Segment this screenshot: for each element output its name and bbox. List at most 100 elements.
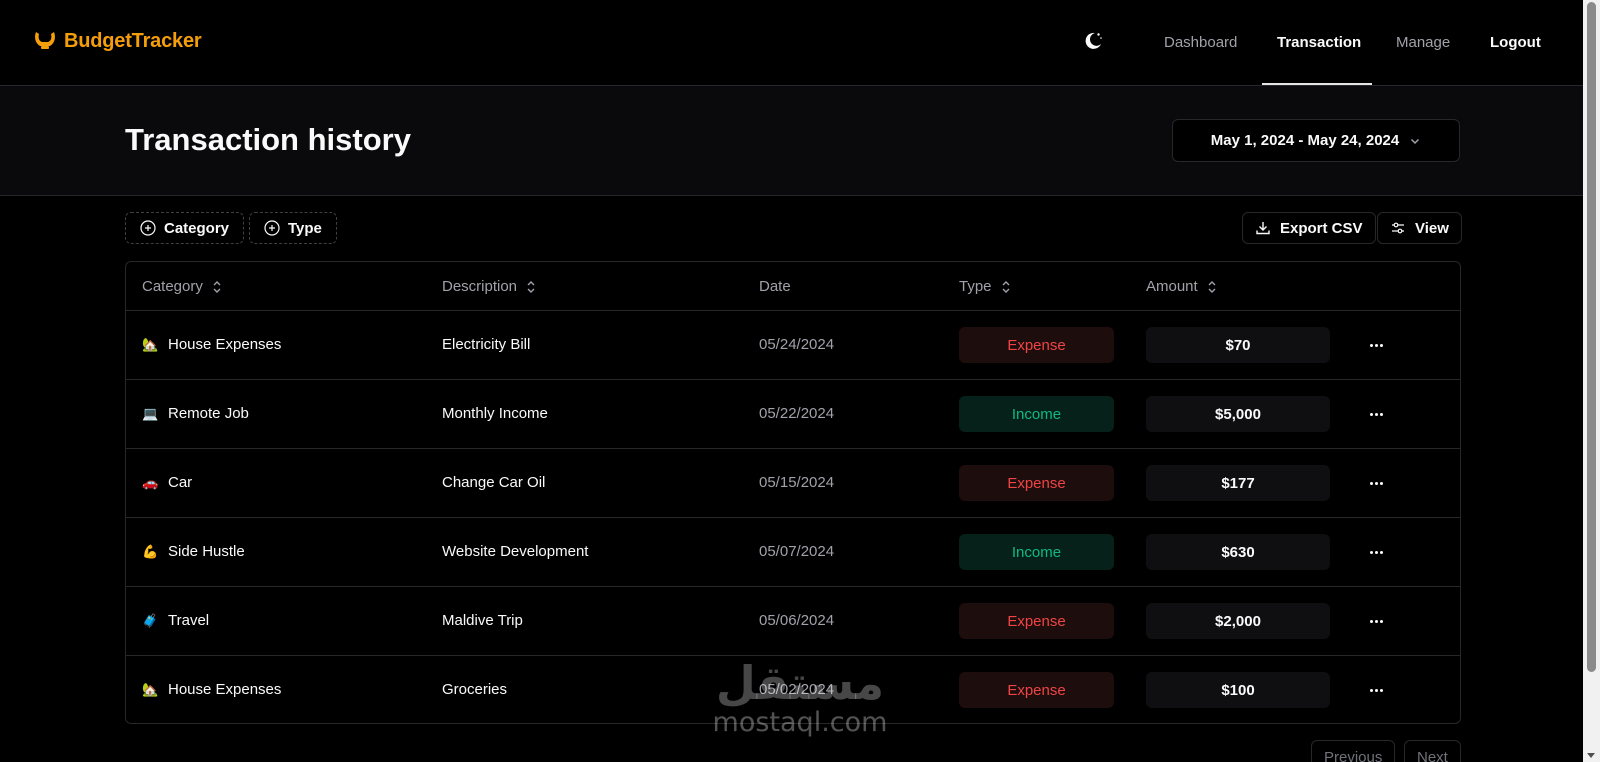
column-header-label: Description — [442, 278, 518, 295]
category-icon: 🧳 — [142, 612, 159, 628]
transactions-table: Category Description Date Type Amount 🏡 … — [125, 261, 1461, 724]
description-cell: Groceries — [442, 681, 508, 698]
type-filter-button[interactable]: Type — [249, 212, 337, 244]
nav-dashboard[interactable]: Dashboard — [1164, 34, 1237, 51]
category-name: House Expenses — [168, 336, 282, 353]
vertical-scrollbar[interactable] — [1583, 0, 1600, 762]
nav-manage[interactable]: Manage — [1396, 34, 1450, 51]
row-actions-button[interactable] — [1366, 337, 1386, 353]
table-header: Category Description Date Type Amount — [126, 262, 1460, 311]
amount-cell: $70 — [1146, 327, 1330, 363]
date-cell: 05/15/2024 — [759, 474, 835, 491]
category-cell: 🏡 House Expenses — [142, 681, 281, 698]
download-icon — [1256, 222, 1270, 235]
active-tab-indicator — [1262, 83, 1372, 85]
moon-icon[interactable] — [1082, 30, 1104, 52]
chevron-down-icon — [1411, 138, 1420, 144]
category-name: Remote Job — [168, 405, 249, 422]
table-row: 🏡 House Expenses Electricity Bill 05/24/… — [126, 311, 1460, 380]
page: BudgetTracker Dashboard Transaction Mana… — [0, 0, 1600, 762]
category-cell: 💪 Side Hustle — [142, 543, 245, 560]
plus-circle-icon — [264, 220, 280, 236]
column-header-label: Category — [142, 278, 203, 295]
sort-icon — [1002, 280, 1010, 293]
type-badge: Income — [959, 534, 1114, 570]
next-page-button[interactable]: Next — [1404, 740, 1461, 762]
column-header-category[interactable]: Category — [142, 278, 223, 295]
category-name: Car — [168, 474, 193, 491]
amount-cell: $630 — [1146, 534, 1330, 570]
category-filter-button[interactable]: Category — [125, 212, 245, 244]
table-row: 🏡 House Expenses Groceries 05/02/2024 Ex… — [126, 656, 1460, 723]
column-header-date: Date — [759, 278, 791, 295]
nav-transaction[interactable]: Transaction — [1277, 34, 1361, 51]
date-range-picker[interactable]: May 1, 2024 - May 24, 2024 — [1172, 119, 1460, 162]
scroll-down-arrow-icon[interactable] — [1587, 753, 1595, 758]
column-header-description[interactable]: Description — [442, 278, 537, 295]
sort-icon — [213, 280, 221, 293]
row-actions-button[interactable] — [1366, 613, 1386, 629]
category-icon: 🚗 — [142, 474, 159, 490]
date-cell: 05/06/2024 — [759, 612, 835, 629]
page-header: Transaction history May 1, 2024 - May 24… — [0, 86, 1583, 196]
category-name: House Expenses — [168, 681, 282, 698]
category-icon: 💻 — [142, 405, 159, 421]
type-badge: Expense — [959, 327, 1114, 363]
type-badge: Expense — [959, 672, 1114, 708]
logo[interactable]: BudgetTracker — [32, 28, 202, 54]
column-header-type[interactable]: Type — [959, 278, 1012, 295]
table-row: 💻 Remote Job Monthly Income 05/22/2024 I… — [126, 380, 1460, 449]
app-name: BudgetTracker — [64, 29, 202, 52]
row-actions-button[interactable] — [1366, 475, 1386, 491]
type-filter-label: Type — [288, 219, 322, 237]
table-row: 🧳 Travel Maldive Trip 05/06/2024 Expense… — [126, 587, 1460, 656]
scrollbar-thumb[interactable] — [1587, 2, 1596, 672]
page-title: Transaction history — [125, 122, 411, 157]
description-cell: Electricity Bill — [442, 336, 531, 353]
sort-icon — [527, 280, 535, 293]
export-csv-label: Export CSV — [1280, 219, 1363, 237]
description-cell: Website Development — [442, 543, 589, 560]
category-icon: 🏡 — [142, 336, 159, 352]
table-row: 💪 Side Hustle Website Development 05/07/… — [126, 518, 1460, 587]
date-cell: 05/02/2024 — [759, 681, 835, 698]
column-header-label: Date — [759, 278, 791, 295]
export-csv-button[interactable]: Export CSV — [1242, 212, 1376, 244]
amount-cell: $100 — [1146, 672, 1330, 708]
category-cell: 🚗 Car — [142, 474, 192, 491]
type-badge: Expense — [959, 465, 1114, 501]
row-actions-button[interactable] — [1366, 406, 1386, 422]
row-actions-button[interactable] — [1366, 682, 1386, 698]
category-icon: 🏡 — [142, 681, 159, 697]
category-name: Side Hustle — [168, 543, 245, 560]
category-filter-label: Category — [164, 219, 230, 237]
date-range-label: May 1, 2024 - May 24, 2024 — [1210, 132, 1400, 149]
view-label: View — [1415, 219, 1449, 237]
category-cell: 🏡 House Expenses — [142, 336, 281, 353]
table-toolbar: Category Type Export CSV View — [0, 212, 1583, 244]
column-header-amount[interactable]: Amount — [1146, 278, 1218, 295]
description-cell: Monthly Income — [442, 405, 548, 422]
description-cell: Maldive Trip — [442, 612, 523, 629]
category-icon: 💪 — [142, 543, 159, 559]
sort-icon — [1208, 280, 1216, 293]
amount-cell: $5,000 — [1146, 396, 1330, 432]
table-row: 🚗 Car Change Car Oil 05/15/2024 Expense … — [126, 449, 1460, 518]
view-options-button[interactable]: View — [1377, 212, 1462, 244]
date-cell: 05/24/2024 — [759, 336, 835, 353]
logo-icon — [35, 32, 55, 49]
plus-circle-icon — [140, 220, 156, 236]
category-cell: 💻 Remote Job — [142, 405, 249, 422]
column-header-label: Type — [959, 278, 992, 295]
amount-cell: $177 — [1146, 465, 1330, 501]
row-actions-button[interactable] — [1366, 544, 1386, 560]
app-content: BudgetTracker Dashboard Transaction Mana… — [0, 0, 1583, 762]
previous-page-button[interactable]: Previous — [1311, 740, 1396, 762]
type-badge: Income — [959, 396, 1114, 432]
category-name: Travel — [168, 612, 210, 629]
nav-logout[interactable]: Logout — [1490, 34, 1541, 51]
navbar: BudgetTracker Dashboard Transaction Mana… — [0, 0, 1583, 86]
column-header-label: Amount — [1146, 278, 1198, 295]
type-badge: Expense — [959, 603, 1114, 639]
amount-cell: $2,000 — [1146, 603, 1330, 639]
